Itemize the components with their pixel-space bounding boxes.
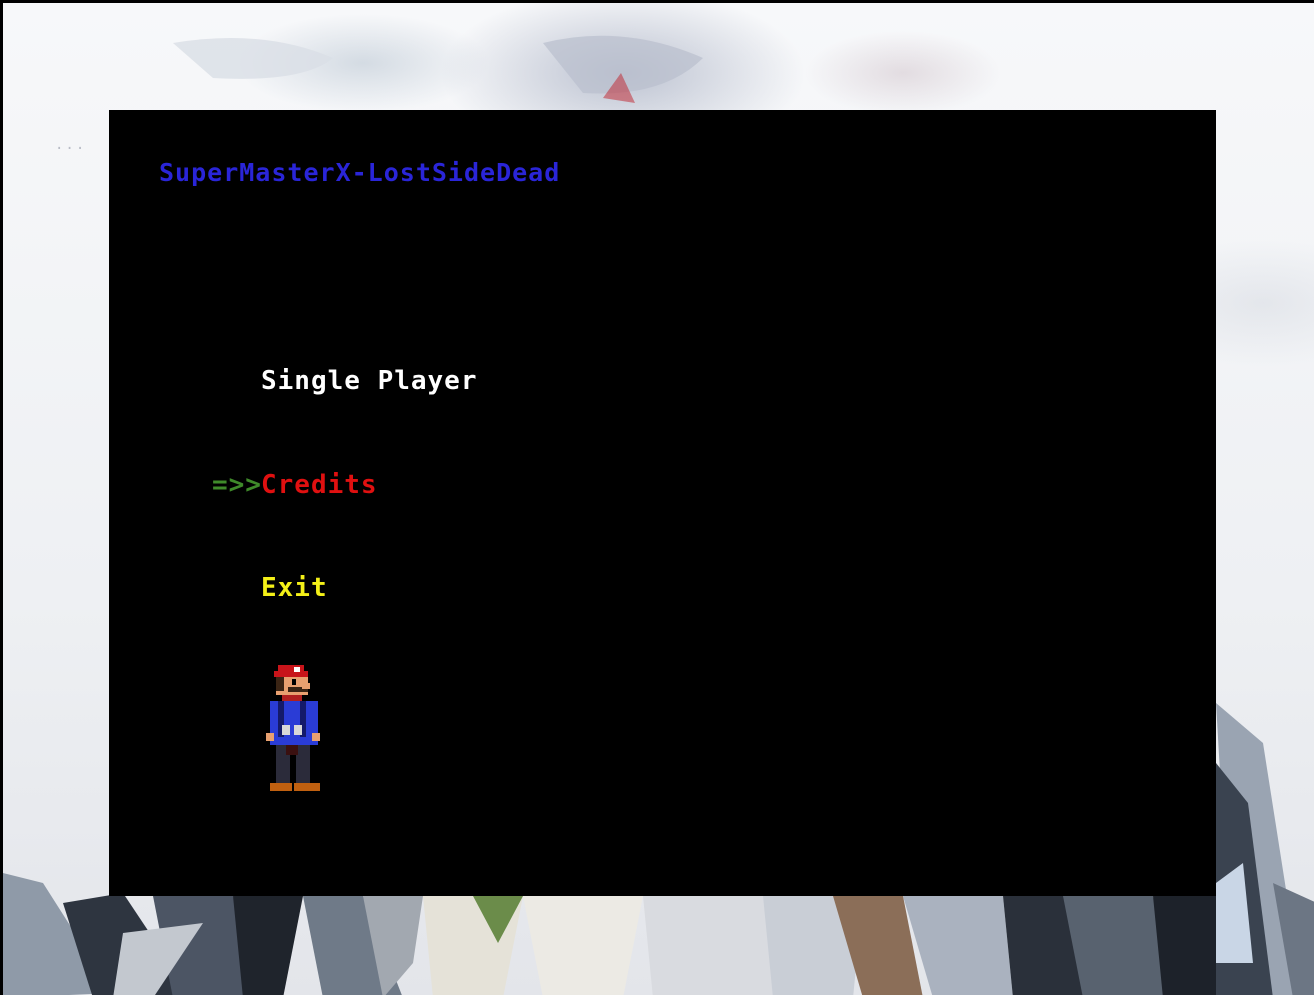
game-screen[interactable]: SuperMasterX-LostSideDead Single Player … <box>109 110 1216 896</box>
menu-item-single-player[interactable]: Single Player <box>261 366 478 396</box>
game-title: SuperMasterX-LostSideDead <box>159 158 561 187</box>
window-frame: ... SuperMasterX-LostSideDead Single Pla… <box>0 0 1314 995</box>
plumber-character-sprite <box>266 665 320 791</box>
menu-cursor: =>> <box>212 470 262 500</box>
menu-item-exit[interactable]: Exit <box>261 573 328 603</box>
background-dots: ... <box>55 137 87 153</box>
menu-item-credits[interactable]: Credits <box>261 470 378 500</box>
